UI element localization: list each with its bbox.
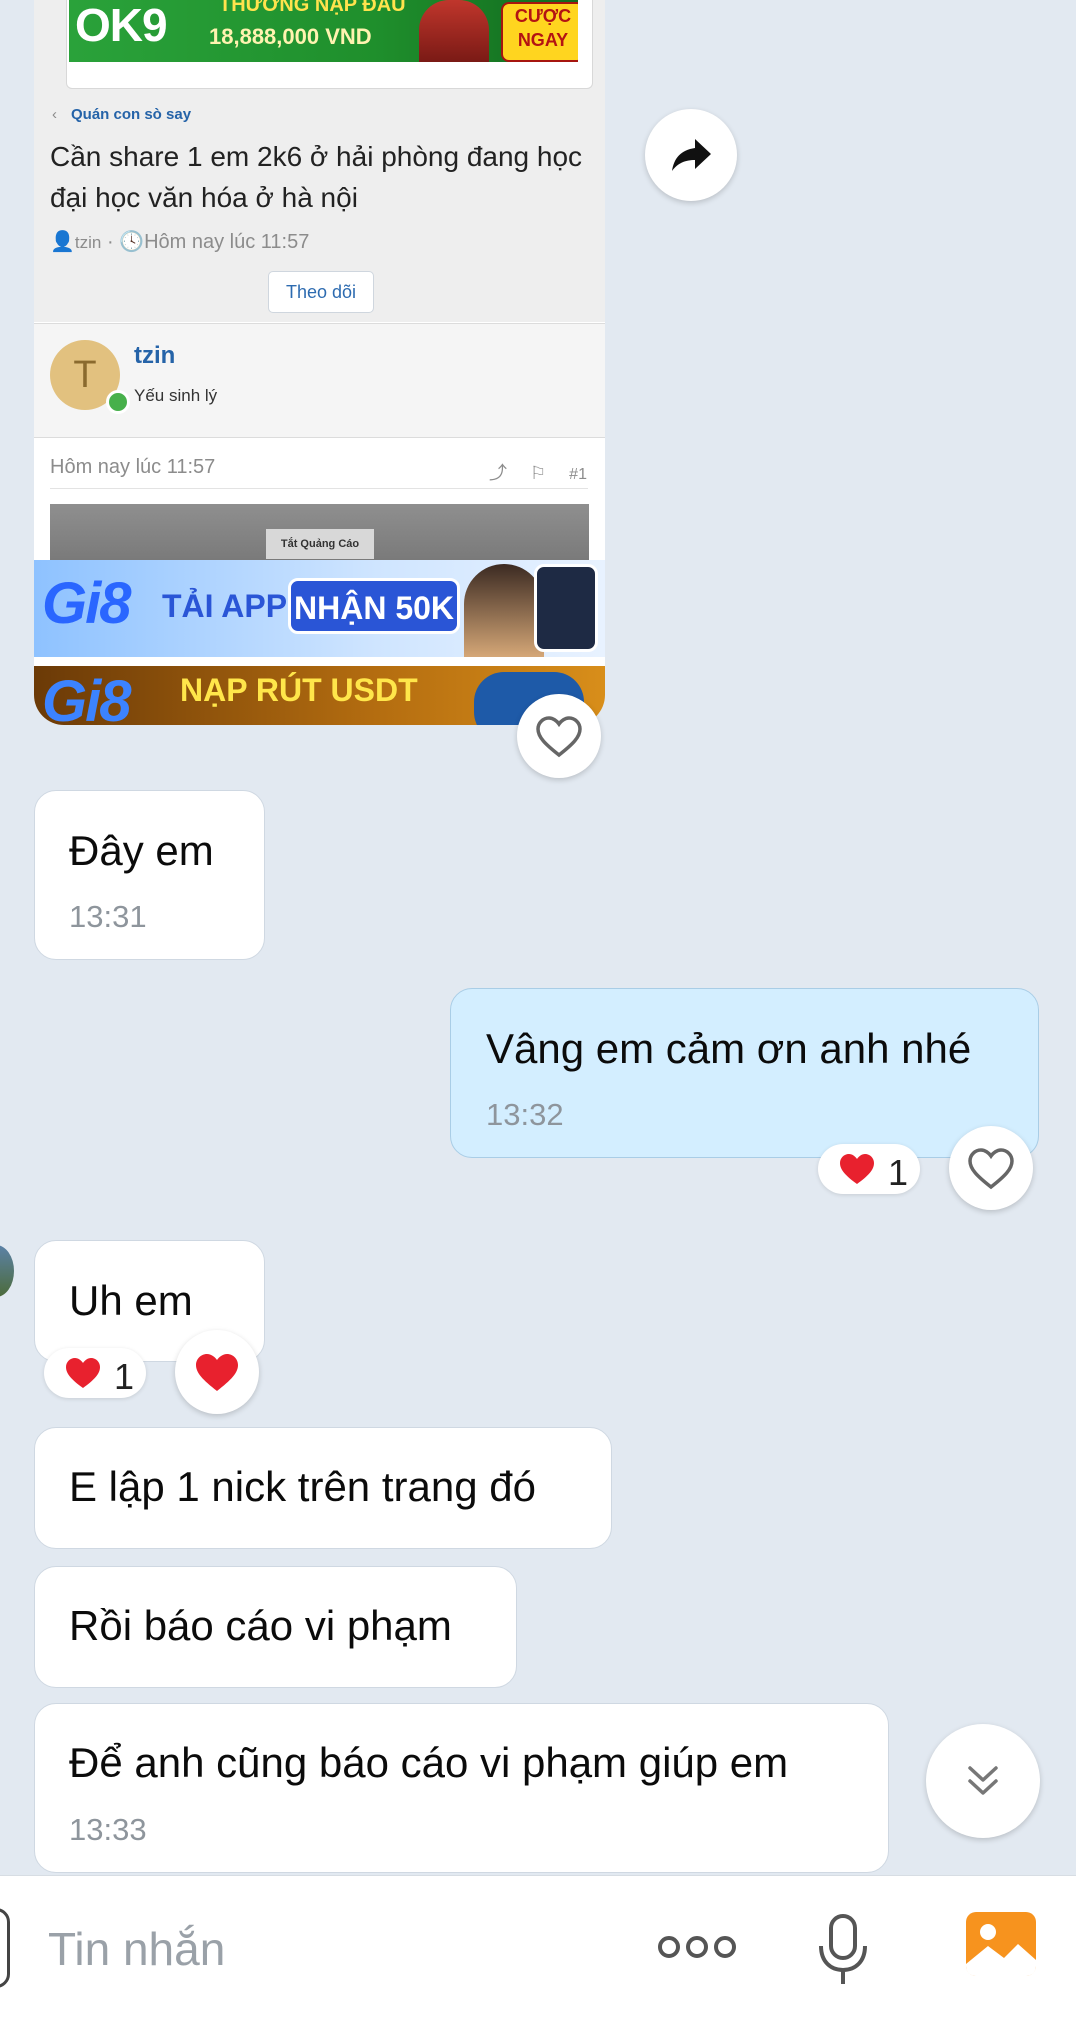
double-chevron-down-icon	[968, 1766, 998, 1795]
ad-ok9-image: OK9 THƯỞNG NẠP ĐẦU 18,888,000 VND CƯỢC N…	[69, 0, 578, 62]
dot	[658, 1936, 680, 1958]
like-button-active[interactable]	[175, 1330, 259, 1414]
ad-gi8-logo: Gi8	[42, 571, 131, 636]
avatar[interactable]	[0, 1245, 14, 1297]
message-text: Vâng em cảm ơn anh nhé	[486, 1025, 972, 1072]
follow-button[interactable]: Theo dõi	[268, 271, 374, 313]
reaction-summary[interactable]: 1	[818, 1144, 920, 1194]
ad-ok9-line1: THƯỞNG NẠP ĐẦU	[219, 0, 406, 16]
ad-banner-ok9[interactable]: OK9 THƯỞNG NẠP ĐẦU 18,888,000 VND CƯỢC N…	[66, 0, 593, 89]
heart-filled-icon	[840, 1154, 874, 1184]
like-button[interactable]	[517, 694, 601, 778]
post-actions: ⤴ ⚐ #1	[489, 459, 587, 485]
breadcrumb[interactable]: ‹ Quán con sò say	[52, 106, 191, 123]
clock-icon: 🕓	[119, 231, 145, 253]
message-time: 13:31	[69, 899, 147, 934]
ad-gi8-logo: Gi8	[42, 669, 131, 725]
post-number[interactable]: #1	[569, 466, 587, 483]
message-bubble[interactable]: E lập 1 nick trên trang đó	[34, 1427, 612, 1549]
heart-outline-icon	[536, 716, 582, 758]
thread-author: tzin	[74, 233, 102, 252]
breadcrumb-label: Quán con sò say	[71, 106, 192, 123]
chevron-left-icon: ‹	[52, 106, 57, 123]
disable-ads-button[interactable]: Tắt Quảng Cáo	[266, 529, 374, 559]
like-button[interactable]	[949, 1126, 1033, 1210]
dot	[714, 1936, 736, 1958]
post-time: Hôm nay lúc 11:57	[50, 456, 216, 478]
thread-meta: 👤tzin · 🕓Hôm nay lúc 11:57	[50, 229, 309, 254]
user-icon: 👤	[50, 231, 75, 253]
image-icon[interactable]	[964, 1910, 1038, 1978]
ad-gi8-text: NẠP RÚT USDT	[180, 672, 418, 708]
heart-filled-icon	[66, 1358, 100, 1388]
message-text: Uh em	[69, 1277, 193, 1324]
thread-time: Hôm nay lúc 11:57	[144, 231, 310, 253]
message-time: 13:33	[69, 1812, 147, 1847]
forward-button[interactable]	[645, 109, 737, 201]
sticker-icon[interactable]	[0, 1908, 10, 1988]
share-arrow-icon	[672, 139, 711, 171]
post-user-role: Yếu sinh lý	[134, 386, 218, 405]
reaction-summary[interactable]: 1	[44, 1348, 146, 1398]
divider	[50, 488, 588, 489]
message-text: Rồi báo cáo vi phạm	[69, 1602, 452, 1649]
dot	[686, 1936, 708, 1958]
post-username[interactable]: tzin	[134, 342, 175, 370]
message-text: Đây em	[69, 827, 214, 874]
message-bubble[interactable]: Để anh cũng báo cáo vi phạm giúp em 13:3…	[34, 1703, 889, 1873]
meta-separator: ·	[106, 231, 120, 253]
bookmark-icon[interactable]: ⚐	[530, 463, 546, 483]
thread-title: Cần share 1 em 2k6 ở hải phòng đang học …	[50, 141, 583, 213]
ad-ok9-cta: CƯỢC NGAY	[501, 2, 578, 62]
reaction-count: 1	[888, 1152, 909, 1193]
ad-gi8-text: TẢI APP	[162, 588, 288, 624]
ad-gi8-model-image	[464, 564, 544, 657]
ad-gi8-phone-image	[534, 564, 598, 652]
share-icon[interactable]: ⤴	[489, 463, 507, 483]
message-bubble[interactable]: Đây em 13:31	[34, 790, 265, 960]
ad-gi8-pill: NHẬN 50K	[288, 578, 460, 634]
microphone-icon[interactable]	[813, 1910, 873, 1990]
message-composer: Tin nhắn	[0, 1875, 1076, 2018]
reaction-count: 1	[114, 1356, 135, 1397]
message-bubble[interactable]: Rồi báo cáo vi phạm	[34, 1566, 517, 1688]
message-input[interactable]: Tin nhắn	[48, 1922, 225, 1976]
ad-ok9-logo: OK9	[75, 0, 168, 51]
more-dots-icon[interactable]	[658, 1936, 742, 1963]
online-status-icon	[106, 390, 130, 414]
scroll-down-button[interactable]	[926, 1724, 1040, 1838]
message-text: Để anh cũng báo cáo vi phạm giúp em	[69, 1739, 789, 1786]
post-author-block: T tzin Yếu sinh lý	[34, 323, 605, 438]
heart-filled-icon	[196, 1354, 238, 1391]
shared-post-card[interactable]: OK9 THƯỞNG NẠP ĐẦU 18,888,000 VND CƯỢC N…	[34, 0, 605, 725]
message-time: 13:32	[486, 1097, 564, 1132]
ad-banner-gi8-app[interactable]: Gi8 TẢI APP NHẬN 50K	[34, 560, 605, 657]
message-text: E lập 1 nick trên trang đó	[69, 1463, 536, 1510]
ad-ok9-line2: 18,888,000 VND	[209, 24, 372, 49]
heart-outline-icon	[968, 1148, 1014, 1190]
ad-ok9-player-image	[419, 0, 489, 62]
